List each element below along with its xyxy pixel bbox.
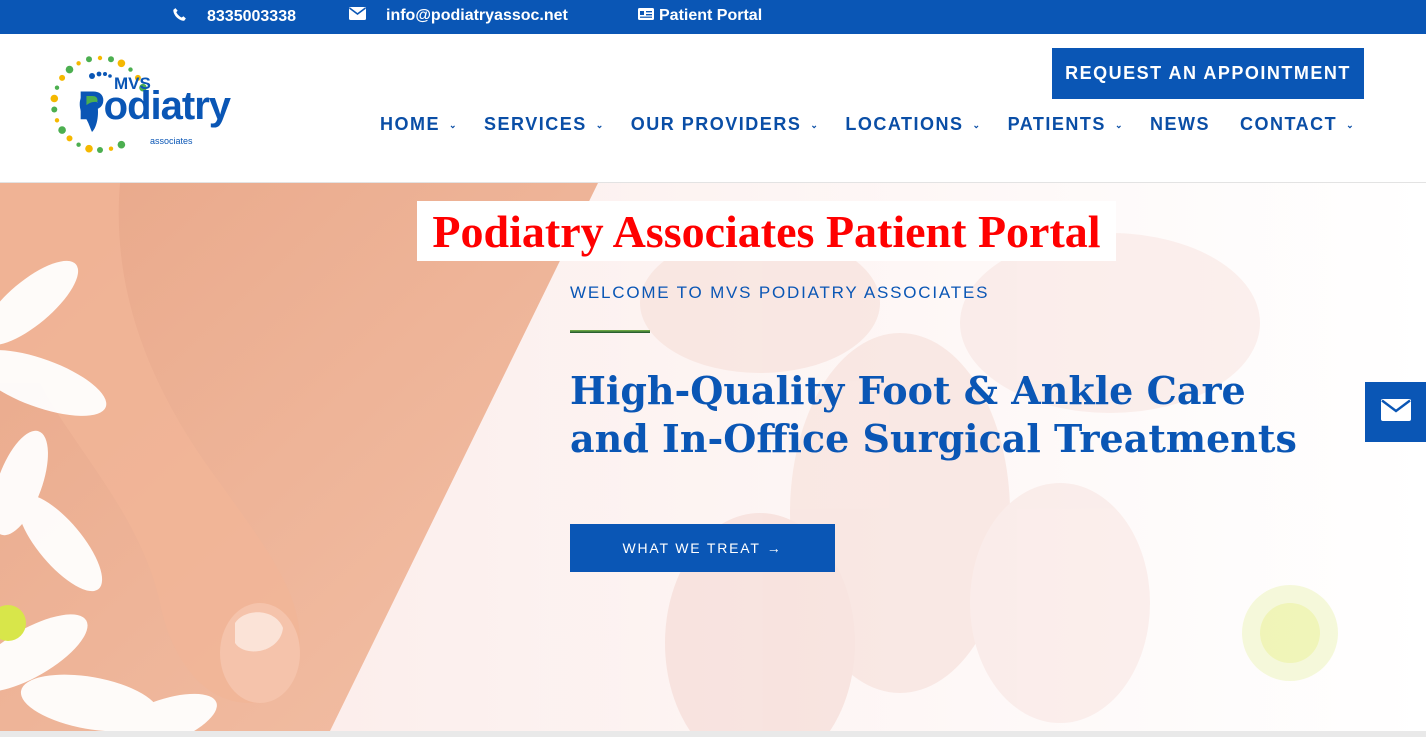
request-appointment-button[interactable]: REQUEST AN APPOINTMENT [1052, 48, 1364, 99]
phone-number: 8335003338 [207, 8, 296, 25]
nav-locations[interactable]: LOCATIONS ⌄ [845, 114, 981, 135]
logo-dot [76, 61, 81, 66]
logo-dot [59, 74, 66, 81]
logo-wordmark: Podiatry [78, 84, 231, 128]
chevron-down-icon: ⌄ [595, 120, 605, 130]
logo-dot [50, 94, 59, 103]
logo-dot [117, 59, 126, 68]
nav-home[interactable]: HOME ⌄ [380, 114, 458, 135]
logo-dot [54, 85, 60, 90]
logo-dot [117, 140, 126, 149]
logo-dot [86, 56, 92, 63]
hero-headline-line2: and In-Office Surgical Treatments [570, 416, 1297, 461]
hero-headline: High-Quality Foot & Ankle Care and In-Of… [570, 367, 1330, 463]
nav-patients-label: PATIENTS [1007, 114, 1106, 134]
email-link[interactable]: info@podiatryassoc.net [349, 7, 568, 25]
envelope-icon [349, 7, 366, 25]
page-bottom-divider [0, 731, 1426, 737]
logo-dot [66, 135, 73, 142]
nav-services[interactable]: SERVICES ⌄ [484, 114, 605, 135]
chevron-down-icon: ⌄ [1346, 120, 1356, 130]
main-nav: HOME ⌄ SERVICES ⌄ OUR PROVIDERS ⌄ LOCATI… [380, 114, 1355, 135]
site-logo[interactable]: MVS Podiatry associates [48, 52, 238, 158]
top-contact-bar: 8335003338 info@podiatryassoc.net Patien… [0, 0, 1426, 34]
nav-news[interactable]: NEWS [1150, 114, 1210, 135]
logo-dot [76, 142, 81, 147]
hero-headline-line1: High-Quality Foot & Ankle Care [570, 368, 1246, 413]
logo-dot [65, 65, 74, 74]
nav-contact[interactable]: CONTACT ⌄ [1240, 114, 1355, 135]
nav-home-label: HOME [380, 114, 440, 134]
phone-icon [172, 7, 187, 27]
logo-dot [97, 147, 103, 153]
envelope-icon [1380, 398, 1411, 426]
id-card-icon [638, 7, 654, 25]
logo-dot [128, 67, 133, 72]
logo-dot [58, 126, 66, 134]
nav-patients[interactable]: PATIENTS ⌄ [1008, 114, 1124, 135]
logo-dot [85, 144, 93, 153]
what-we-treat-button[interactable]: WHAT WE TREAT → [570, 524, 835, 572]
nav-our-providers[interactable]: OUR PROVIDERS ⌄ [631, 114, 820, 135]
arrow-right-icon: → [766, 540, 783, 556]
nav-contact-label: CONTACT [1239, 114, 1338, 134]
email-address: info@podiatryassoc.net [386, 7, 568, 24]
what-we-treat-label: WHAT WE TREAT [622, 540, 761, 556]
site-header: MVS Podiatry associates REQUEST AN APPOI… [0, 34, 1426, 183]
chevron-down-icon: ⌄ [1114, 120, 1124, 130]
logo-dot [108, 146, 114, 151]
patient-portal-banner[interactable]: Podiatry Associates Patient Portal [417, 201, 1116, 261]
logo-dot [51, 106, 58, 113]
nav-our-providers-label: OUR PROVIDERS [630, 114, 802, 134]
hero-section: Podiatry Associates Patient Portal WELCO… [0, 183, 1426, 731]
patient-portal-link[interactable]: Patient Portal [638, 7, 762, 25]
welcome-eyebrow: WELCOME TO MVS PODIATRY ASSOCIATES [570, 283, 990, 302]
accent-divider [570, 330, 650, 333]
logo-subtext: associates [150, 136, 193, 146]
chevron-down-icon: ⌄ [810, 120, 820, 130]
logo-dot [108, 56, 114, 63]
nav-news-label: NEWS [1149, 114, 1210, 134]
phone-link[interactable]: 8335003338 [172, 7, 296, 27]
patient-portal-label: Patient Portal [659, 7, 763, 24]
floating-contact-button[interactable] [1365, 382, 1426, 442]
chevron-down-icon: ⌄ [449, 120, 459, 130]
chevron-down-icon: ⌄ [972, 120, 982, 130]
nav-locations-label: LOCATIONS [845, 114, 964, 134]
logo-dot [97, 55, 103, 61]
logo-dot [54, 118, 60, 123]
nav-services-label: SERVICES [484, 114, 587, 134]
